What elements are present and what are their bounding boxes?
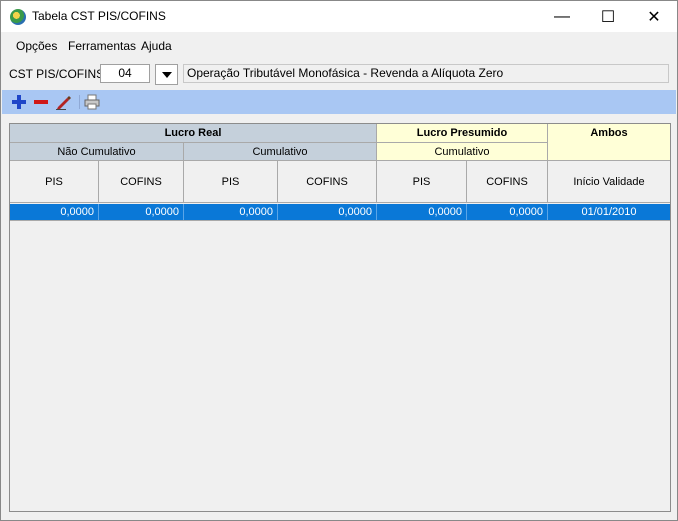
column-header-inicio-validade[interactable]: Início Validade	[548, 161, 670, 203]
header-cumulativo-presumido: Cumulativo	[377, 143, 548, 161]
app-window: Tabela CST PIS/COFINS — ☐ ✕ Opções Ferra…	[0, 0, 678, 521]
header-ambos: Ambos	[548, 124, 670, 161]
menu-ajuda[interactable]: Ajuda	[141, 39, 172, 53]
menu-ferramentas[interactable]: Ferramentas	[68, 39, 136, 53]
window-title: Tabela CST PIS/COFINS	[32, 9, 166, 23]
edit-icon[interactable]	[54, 93, 72, 111]
table-cell[interactable]: 01/01/2010	[548, 204, 670, 220]
toolbar	[2, 90, 676, 114]
table-cell[interactable]: 0,0000	[467, 204, 548, 220]
table-cell[interactable]: 0,0000	[10, 204, 99, 220]
header-lucro-real: Lucro Real	[10, 124, 377, 143]
column-header-cofins[interactable]: COFINS	[278, 161, 377, 203]
cst-dropdown-button[interactable]	[155, 64, 178, 85]
row-divider	[10, 220, 670, 221]
cst-label: CST PIS/COFINS:	[9, 67, 108, 81]
table-cell[interactable]: 0,0000	[184, 204, 278, 220]
table-cell[interactable]: 0,0000	[377, 204, 467, 220]
title-bar[interactable]: Tabela CST PIS/COFINS — ☐ ✕	[1, 1, 677, 32]
remove-icon[interactable]	[32, 93, 50, 111]
chevron-down-icon	[161, 71, 172, 78]
table-cell[interactable]: 0,0000	[99, 204, 184, 220]
column-header-pis[interactable]: PIS	[377, 161, 467, 203]
cst-description: Operação Tributável Monofásica - Revenda…	[183, 64, 669, 83]
minimize-button[interactable]: —	[539, 1, 585, 32]
header-cumulativo-real: Cumulativo	[184, 143, 377, 161]
table-row[interactable]: 0,0000 0,0000 0,0000 0,0000 0,0000 0,000…	[10, 204, 670, 220]
menu-bar: Opções Ferramentas Ajuda	[1, 36, 677, 56]
table-cell[interactable]: 0,0000	[278, 204, 377, 220]
maximize-button[interactable]: ☐	[585, 1, 631, 32]
toolbar-separator	[79, 95, 80, 109]
header-nao-cumulativo: Não Cumulativo	[10, 143, 184, 161]
cst-code-field[interactable]: 04	[100, 64, 150, 83]
column-header-pis[interactable]: PIS	[10, 161, 99, 203]
cst-selector-row: CST PIS/COFINS: 04 Operação Tributável M…	[1, 61, 677, 87]
close-button[interactable]: ✕	[631, 1, 677, 32]
cst-table[interactable]: Lucro Real Lucro Presumido Ambos Não Cum…	[9, 123, 671, 512]
column-header-cofins[interactable]: COFINS	[467, 161, 548, 203]
column-header-cofins[interactable]: COFINS	[99, 161, 184, 203]
print-icon[interactable]	[83, 93, 101, 111]
menu-opcoes[interactable]: Opções	[16, 39, 57, 53]
app-logo-icon	[10, 9, 26, 25]
column-header-pis[interactable]: PIS	[184, 161, 278, 203]
add-icon[interactable]	[10, 93, 28, 111]
header-lucro-presumido: Lucro Presumido	[377, 124, 548, 143]
